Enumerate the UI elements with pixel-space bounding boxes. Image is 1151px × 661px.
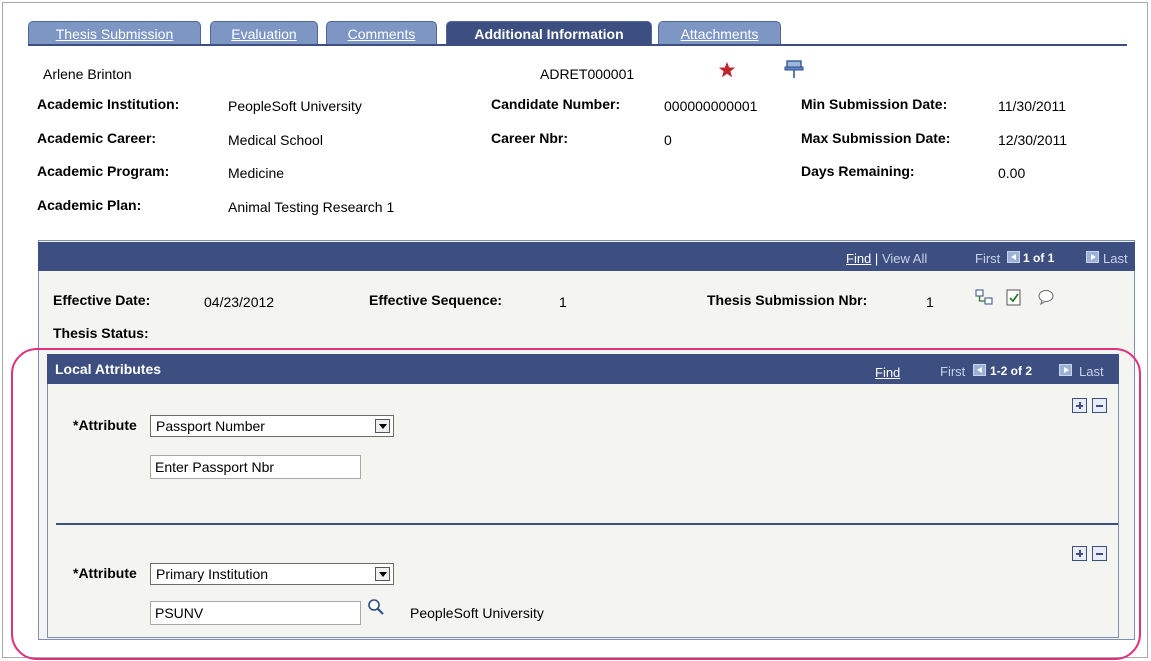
candidate-number-label: Candidate Number:: [491, 96, 621, 112]
thesis-submission-nbr-label: Thesis Submission Nbr:: [707, 292, 868, 308]
hierarchy-icon[interactable]: [975, 288, 993, 306]
candidate-number-value: 000000000001: [664, 98, 758, 114]
local-attributes-next-icon[interactable]: [1059, 364, 1072, 376]
row-divider: [56, 523, 1118, 525]
grid-nav-separator: |: [874, 251, 879, 266]
min-submission-date-value: 11/30/2011: [998, 98, 1066, 114]
search-icon[interactable]: [367, 598, 385, 616]
tab-comments[interactable]: Comments: [326, 21, 437, 45]
effective-date-value: 04/23/2012: [204, 294, 275, 310]
tab-label: Evaluation: [231, 26, 297, 42]
attribute-value-input[interactable]: PSUNV: [150, 601, 361, 625]
local-attributes-row-count: 1-2 of 2: [990, 364, 1033, 378]
effective-sequence-label: Effective Sequence:: [369, 292, 503, 308]
academic-program-label: Academic Program:: [37, 163, 170, 179]
star-icon[interactable]: [718, 61, 736, 79]
min-submission-date-label: Min Submission Date:: [801, 96, 948, 112]
effective-sequence-value: 1: [559, 294, 567, 310]
local-attributes-last-label[interactable]: Last: [1079, 364, 1104, 379]
tab-additional-information[interactable]: Additional Information: [446, 21, 652, 45]
grid-find-link[interactable]: Find: [846, 251, 871, 266]
tab-label: Comments: [347, 26, 416, 42]
attribute-select[interactable]: Primary Institution: [150, 563, 394, 585]
days-remaining-label: Days Remaining:: [801, 163, 915, 179]
grid-nav: Find | View All: [846, 251, 927, 266]
grid-row-count: 1 of 1: [1023, 251, 1055, 265]
days-remaining-value: 0.00: [998, 165, 1026, 181]
grid-view-all[interactable]: View All: [882, 251, 927, 266]
academic-program-value: Medicine: [228, 165, 285, 181]
add-row-button[interactable]: [1072, 398, 1087, 413]
attribute-label: *Attribute: [73, 417, 137, 433]
max-submission-date-value: 12/30/2011: [998, 132, 1068, 148]
effective-date-label: Effective Date:: [53, 292, 151, 308]
pin-icon[interactable]: [783, 59, 805, 79]
max-submission-date-label: Max Submission Date:: [801, 130, 951, 146]
local-attributes-find-link[interactable]: Find: [875, 365, 900, 380]
grid-last-label[interactable]: Last: [1103, 251, 1128, 266]
tab-attachments[interactable]: Attachments: [658, 21, 781, 45]
checklist-icon[interactable]: [1005, 289, 1023, 307]
dropdown-arrow-icon[interactable]: [375, 419, 390, 433]
local-attributes-prev-icon[interactable]: [973, 364, 986, 376]
academic-career-value: Medical School: [228, 132, 323, 148]
delete-row-button[interactable]: [1092, 546, 1107, 561]
local-attributes-grid: [47, 354, 1119, 638]
person-name: Arlene Brinton: [43, 66, 132, 82]
career-nbr-label: Career Nbr:: [491, 130, 569, 146]
attribute-description: PeopleSoft University: [410, 605, 544, 621]
attribute-label: *Attribute: [73, 565, 137, 581]
academic-plan-label: Academic Plan:: [37, 197, 142, 213]
attribute-value-input[interactable]: Enter Passport Nbr: [150, 455, 361, 479]
local-attributes-first-label[interactable]: First: [940, 364, 965, 379]
attribute-select[interactable]: Passport Number: [150, 415, 394, 437]
grid-first-label[interactable]: First: [975, 251, 1000, 266]
comment-bubble-icon[interactable]: [1037, 288, 1055, 306]
tab-label: Additional Information: [474, 26, 624, 42]
academic-institution-label: Academic Institution:: [37, 96, 180, 112]
attribute-selected-value: Primary Institution: [156, 566, 269, 582]
grid-header-bar: [38, 242, 1135, 271]
academic-plan-value: Animal Testing Research 1: [228, 199, 395, 215]
tab-thesis-submission[interactable]: Thesis Submission: [28, 21, 201, 45]
dropdown-arrow-icon[interactable]: [375, 567, 390, 581]
tab-label: Attachments: [680, 26, 759, 42]
academic-institution-value: PeopleSoft University: [228, 98, 362, 114]
grid-prev-icon[interactable]: [1007, 251, 1020, 263]
career-nbr-value: 0: [664, 132, 672, 148]
thesis-submission-nbr-value: 1: [926, 294, 934, 310]
find-link-text[interactable]: Find: [875, 365, 900, 380]
attribute-selected-value: Passport Number: [156, 418, 265, 434]
tab-evaluation[interactable]: Evaluation: [210, 21, 318, 45]
delete-row-button[interactable]: [1092, 398, 1107, 413]
grid-next-icon[interactable]: [1086, 251, 1099, 263]
tab-label: Thesis Submission: [55, 26, 174, 42]
academic-career-label: Academic Career:: [37, 130, 157, 146]
local-attributes-title: Local Attributes: [55, 361, 162, 377]
tab-underline: [28, 44, 1127, 46]
thesis-status-label: Thesis Status:: [53, 325, 149, 341]
record-id: ADRET000001: [540, 66, 635, 82]
add-row-button[interactable]: [1072, 546, 1087, 561]
